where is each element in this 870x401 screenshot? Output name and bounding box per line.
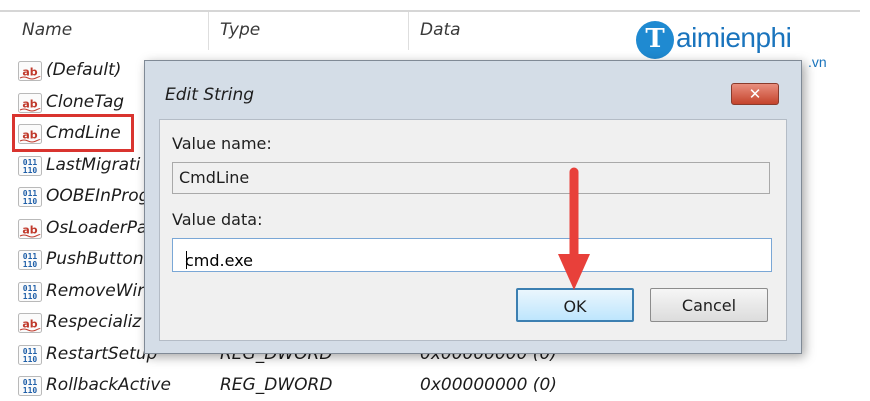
value-name-label: Value name: — [172, 134, 272, 153]
value-name: PushButton — [46, 249, 144, 269]
header-top-border — [0, 10, 860, 12]
value-name: OOBEInProg — [46, 186, 150, 206]
value-name: RollbackActive — [46, 375, 171, 395]
value-type: REG_DWORD — [220, 375, 333, 395]
string-value-icon: ab — [18, 218, 42, 239]
svg-text:110: 110 — [23, 197, 38, 206]
column-divider[interactable] — [208, 12, 209, 50]
value-name: (Default) — [46, 60, 122, 80]
value-data-input[interactable]: cmd.exe — [172, 238, 772, 272]
svg-text:110: 110 — [23, 292, 38, 301]
value-name: CloneTag — [46, 91, 125, 112]
value-name: RemoveWir — [46, 280, 145, 301]
logo-suffix: .vn — [808, 54, 827, 70]
dialog-body: Value name: CmdLine Value data: cmd.exe … — [159, 119, 787, 341]
logo-letter: T — [645, 24, 665, 54]
dword-value-icon: 011 110 — [18, 344, 42, 365]
column-header-type[interactable]: Type — [220, 20, 260, 40]
value-name: LastMigrati — [46, 154, 141, 175]
svg-text:110: 110 — [23, 166, 38, 175]
ok-button-label: OK — [563, 297, 587, 316]
dialog-title: Edit String — [165, 85, 255, 105]
value-name: OsLoaderPa — [46, 217, 148, 238]
dword-value-icon: 011 110 — [18, 250, 42, 270]
edit-string-dialog: Edit String ✕ Value name: CmdLine Value … — [144, 60, 802, 354]
dword-value-icon: 011 110 — [18, 281, 42, 302]
value-data-value: cmd.exe — [185, 251, 254, 270]
value-name-text: CmdLine — [179, 168, 250, 187]
column-header-name[interactable]: Name — [22, 20, 72, 40]
value-name: RestartSetup — [46, 343, 158, 364]
red-arrow-pointer-icon — [558, 167, 590, 290]
dword-value-icon: 011 110 — [18, 155, 42, 176]
dword-value-icon: 011 110 — [18, 187, 42, 207]
cmdline-highlight-box — [12, 114, 134, 152]
cancel-button[interactable]: Cancel — [650, 288, 768, 322]
value-data: 0x00000000 (0) — [420, 375, 557, 395]
string-value-icon: ab — [18, 61, 42, 81]
registry-value-row[interactable]: 011 110 RollbackActive REG_DWORD 0x00000000 … — [18, 373, 618, 401]
column-header-data[interactable]: Data — [420, 20, 461, 40]
string-value-icon: ab — [18, 313, 42, 333]
value-name: Respecializ — [46, 312, 142, 332]
svg-text:110: 110 — [23, 260, 38, 269]
value-name-field[interactable]: CmdLine — [172, 162, 770, 194]
dword-value-icon: 011 110 — [18, 376, 42, 396]
close-icon: ✕ — [748, 85, 762, 103]
value-data-label: Value data: — [172, 210, 263, 229]
svg-text:110: 110 — [23, 355, 38, 364]
string-value-icon: ab — [18, 92, 42, 113]
column-divider[interactable] — [408, 12, 409, 50]
cancel-button-label: Cancel — [681, 296, 737, 315]
text-caret — [186, 251, 187, 269]
close-button[interactable]: ✕ — [731, 83, 779, 105]
logo-text: aimienphi — [676, 22, 792, 53]
svg-text:110: 110 — [23, 386, 38, 395]
logo-badge: T — [636, 21, 674, 59]
